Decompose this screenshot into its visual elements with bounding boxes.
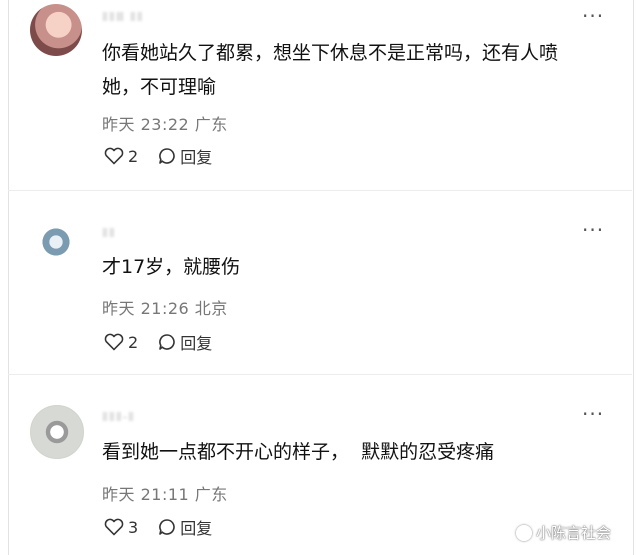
reply-button[interactable]: 回复	[158, 144, 212, 168]
more-options-icon[interactable]: ···	[582, 4, 604, 28]
reply-label: 回复	[180, 334, 213, 353]
like-count: 2	[128, 146, 139, 166]
more-options-icon[interactable]: ···	[582, 218, 604, 242]
like-button[interactable]: 3	[104, 518, 138, 537]
reply-button[interactable]: 回复	[158, 515, 212, 539]
comment-meta: 昨天 21:11 广东	[102, 481, 228, 505]
comment-bubble-icon	[158, 518, 176, 536]
comment-text: 看到她一点都不开心的样子， 默默的忍受疼痛	[102, 441, 495, 463]
avatar[interactable]	[30, 4, 82, 56]
watermark-logo-icon	[516, 524, 532, 541]
like-button[interactable]: 2	[104, 333, 138, 352]
like-count: 3	[128, 517, 139, 537]
comment-meta: 昨天 21:26 北京	[102, 295, 228, 319]
comment-location: 广东	[194, 115, 228, 134]
avatar[interactable]	[36, 224, 76, 264]
username[interactable]: ⅡⅡⅡ-Ⅱ	[102, 410, 135, 424]
like-count: 2	[128, 332, 139, 352]
more-options-icon[interactable]: ···	[582, 402, 604, 426]
reply-label: 回复	[180, 519, 213, 538]
comment-bubble-icon	[158, 147, 176, 165]
username[interactable]: ⅡⅡⅢ ⅡⅡ	[102, 10, 144, 24]
comment-actions: 3 回复	[104, 514, 212, 540]
username[interactable]: ⅡⅡ	[102, 226, 116, 240]
comment-time: 昨天 23:22	[102, 115, 190, 134]
reply-label: 回复	[180, 148, 213, 167]
comment-meta: 昨天 23:22 广东	[102, 111, 228, 135]
divider	[8, 374, 632, 375]
watermark-text: 小陈言社会	[536, 524, 612, 542]
comment-time: 昨天 21:26	[102, 299, 190, 318]
like-button[interactable]: 2	[104, 147, 138, 166]
comment-bubble-icon	[158, 333, 176, 351]
heart-icon	[104, 333, 124, 351]
comment-text: 才17岁，就腰伤	[102, 256, 241, 278]
comment-actions: 2 回复	[104, 143, 212, 169]
heart-icon	[104, 147, 124, 165]
comment-text: 你看她站久了都累，想坐下休息不是正常吗，还有人喷 她，不可理喻	[102, 42, 559, 98]
comment-time: 昨天 21:11	[102, 485, 190, 504]
comment-location: 北京	[194, 299, 228, 318]
comment-actions: 2 回复	[104, 329, 212, 355]
divider	[8, 190, 632, 191]
comment-location: 广东	[194, 485, 228, 504]
reply-button[interactable]: 回复	[158, 330, 212, 354]
avatar[interactable]	[30, 405, 84, 459]
heart-icon	[104, 518, 124, 536]
watermark: 小陈言社会	[516, 522, 611, 543]
